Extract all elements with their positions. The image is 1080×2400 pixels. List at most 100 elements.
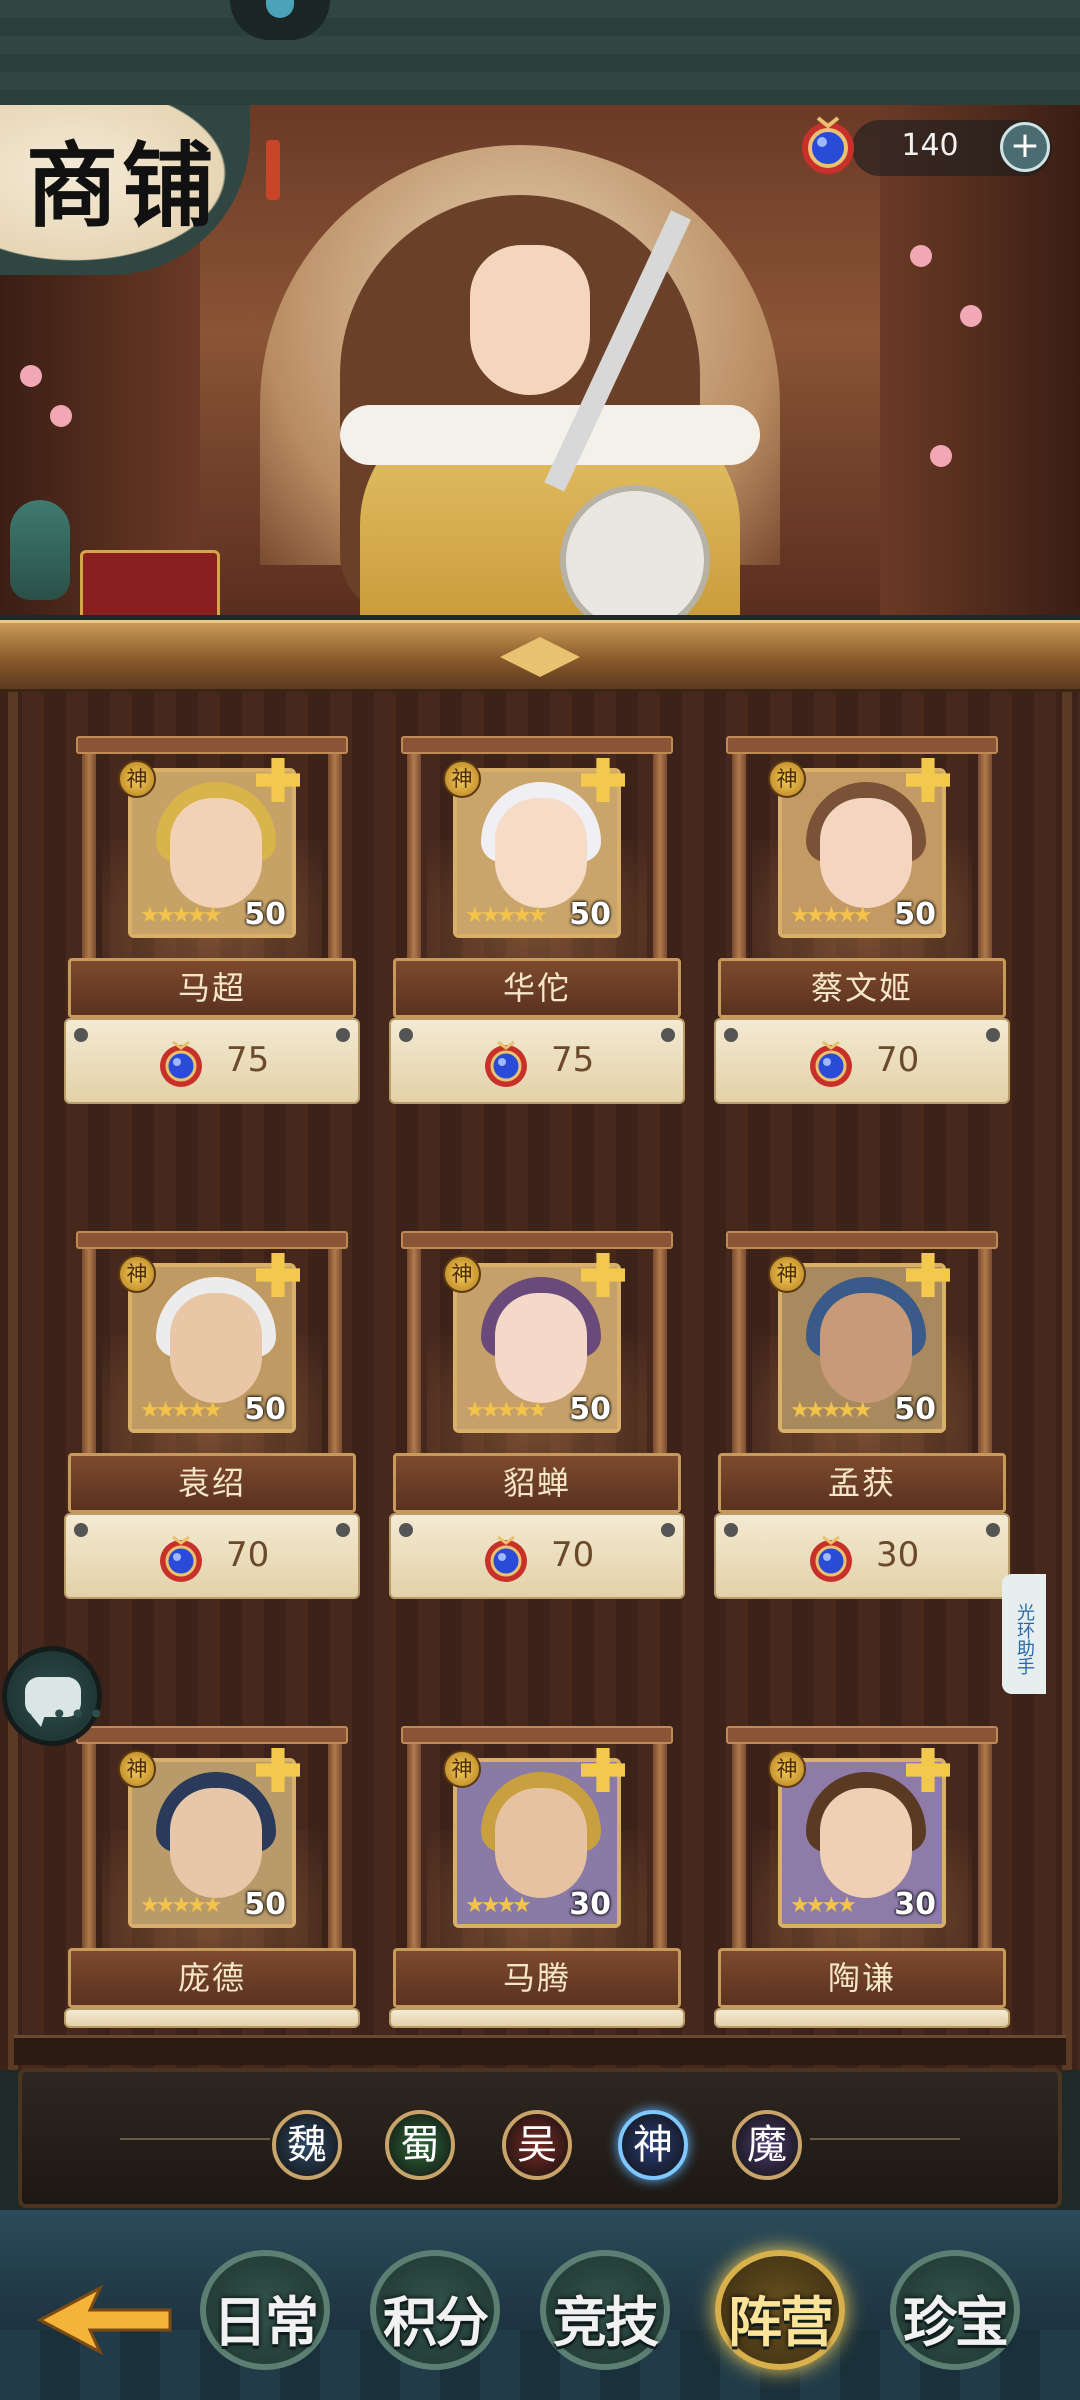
- price-button[interactable]: 70: [389, 1513, 685, 1599]
- price-button[interactable]: 70: [64, 1513, 360, 1599]
- pipa-illustration: [544, 210, 730, 615]
- divine-badge-icon: 神: [118, 760, 156, 798]
- gem-currency-icon: [802, 116, 854, 174]
- back-arrow-icon[interactable]: [30, 2280, 180, 2360]
- hero-card[interactable]: ★★★★★ 50 神 蔡文姬 70: [712, 700, 1012, 1170]
- hero-portrait[interactable]: ★★★★★ 50: [128, 1758, 296, 1928]
- hero-nameplate: 孟获: [718, 1453, 1006, 1513]
- price-value: 70: [551, 1535, 595, 1575]
- price-button[interactable]: [389, 2008, 685, 2028]
- price-button[interactable]: 75: [64, 1018, 360, 1104]
- hero-name: 孟获: [827, 1464, 896, 1502]
- helper-tab[interactable]: 光环助手: [1002, 1574, 1046, 1694]
- nav-tab[interactable]: 竞技: [530, 2240, 680, 2380]
- hero-nameplate: 陶谦: [718, 1948, 1006, 2008]
- hero-portrait[interactable]: ★★★★★ 50: [128, 768, 296, 938]
- top-ornament: [230, 0, 330, 40]
- hero-name: 马超: [177, 969, 246, 1007]
- price-button[interactable]: 75: [389, 1018, 685, 1104]
- hero-card[interactable]: ★★★★★ 50 神 华佗 75: [387, 700, 687, 1170]
- hero-nameplate: 蔡文姬: [718, 958, 1006, 1018]
- hero-portrait[interactable]: ★★★★★ 50: [778, 1263, 946, 1433]
- divine-badge-icon: 神: [768, 760, 806, 798]
- hero-name: 陶谦: [827, 1959, 896, 1997]
- nav-tab[interactable]: 阵营: [705, 2240, 855, 2380]
- price-value: 75: [551, 1040, 595, 1080]
- hero-card[interactable]: ★★★★★ 50 神 马超 75: [62, 700, 362, 1170]
- hero-level: 50: [244, 1392, 286, 1427]
- banner-divider: [0, 620, 1080, 692]
- price-value: 30: [876, 1535, 920, 1575]
- hero-name: 庞德: [177, 1959, 246, 1997]
- tassel-ornament: [266, 140, 280, 200]
- chat-icon: •••: [25, 1677, 105, 1729]
- nav-tab-label: 珍宝: [903, 2290, 1009, 2354]
- price-button[interactable]: [64, 2008, 360, 2028]
- divine-badge-icon: 神: [768, 1750, 806, 1788]
- faction-tab[interactable]: 蜀: [385, 2110, 455, 2180]
- star-rating: ★★★★★: [465, 1398, 548, 1423]
- hero-name: 貂蝉: [502, 1464, 571, 1502]
- hero-name: 蔡文姬: [810, 969, 913, 1007]
- faction-tab[interactable]: 魏: [272, 2110, 342, 2180]
- hero-nameplate: 马超: [68, 958, 356, 1018]
- hero-portrait[interactable]: ★★★★★ 50: [453, 1263, 621, 1433]
- hero-nameplate: 华佗: [393, 958, 681, 1018]
- hero-name: 华佗: [502, 969, 571, 1007]
- gem-currency-icon: [810, 1535, 852, 1582]
- star-rating: ★★★★★: [140, 1398, 223, 1423]
- hero-nameplate: 马腾: [393, 1948, 681, 2008]
- top-status-bar: [0, 0, 1080, 105]
- star-rating: ★★★★★: [790, 1398, 873, 1423]
- hero-level: 50: [569, 897, 611, 932]
- hero-nameplate: 庞德: [68, 1948, 356, 2008]
- price-button[interactable]: 30: [714, 1513, 1010, 1599]
- hero-portrait[interactable]: ★★★★ 30: [453, 1758, 621, 1928]
- currency-amount: 140: [901, 128, 959, 163]
- hero-card[interactable]: ★★★★★ 50 神 貂蝉 70: [387, 1195, 687, 1665]
- price-value: 75: [226, 1040, 270, 1080]
- nav-tab-label: 竞技: [553, 2290, 659, 2354]
- faction-tab[interactable]: 神: [618, 2110, 688, 2180]
- hero-name: 袁绍: [177, 1464, 246, 1502]
- divine-badge-icon: 神: [118, 1255, 156, 1293]
- hero-level: 50: [244, 897, 286, 932]
- hero-nameplate: 袁绍: [68, 1453, 356, 1513]
- hero-level: 30: [569, 1887, 611, 1922]
- nav-tab[interactable]: 积分: [360, 2240, 510, 2380]
- hero-card[interactable]: ★★★★★ 50 神 孟获 30: [712, 1195, 1012, 1665]
- divine-badge-icon: 神: [443, 760, 481, 798]
- hero-portrait[interactable]: ★★★★★ 50: [128, 1263, 296, 1433]
- star-rating: ★★★★★: [140, 903, 223, 928]
- hero-level: 50: [244, 1887, 286, 1922]
- star-rating: ★★★★★: [140, 1893, 223, 1918]
- star-rating: ★★★★★: [790, 903, 873, 928]
- nav-tab[interactable]: 珍宝: [880, 2240, 1030, 2380]
- chat-button[interactable]: •••: [2, 1646, 105, 1746]
- hero-level: 50: [894, 1392, 936, 1427]
- hero-portrait[interactable]: ★★★★ 30: [778, 1758, 946, 1928]
- hero-portrait[interactable]: ★★★★★ 50: [778, 768, 946, 938]
- gem-currency-icon: [485, 1535, 527, 1582]
- hero-card[interactable]: ★★★★★ 50 神 袁绍 70: [62, 1195, 362, 1665]
- price-button[interactable]: [714, 2008, 1010, 2028]
- hero-name: 马腾: [502, 1959, 571, 1997]
- nav-tab[interactable]: 日常: [190, 2240, 340, 2380]
- treasure-chest-illustration: [80, 550, 220, 615]
- faction-tab[interactable]: 魔: [732, 2110, 802, 2180]
- divine-badge-icon: 神: [118, 1750, 156, 1788]
- add-currency-button[interactable]: +: [1000, 122, 1050, 172]
- hero-level: 50: [569, 1392, 611, 1427]
- nav-tab-label: 日常: [213, 2290, 319, 2354]
- hero-level: 50: [894, 897, 936, 932]
- gem-currency-icon: [810, 1040, 852, 1087]
- gem-currency-icon: [485, 1040, 527, 1087]
- hero-portrait[interactable]: ★★★★★ 50: [453, 768, 621, 938]
- price-button[interactable]: 70: [714, 1018, 1010, 1104]
- gem-currency-icon: [160, 1040, 202, 1087]
- faction-tab[interactable]: 吴: [502, 2110, 572, 2180]
- price-value: 70: [876, 1040, 920, 1080]
- star-rating: ★★★★: [790, 1893, 857, 1918]
- star-rating: ★★★★: [465, 1893, 532, 1918]
- nav-tab-label: 阵营: [728, 2290, 834, 2354]
